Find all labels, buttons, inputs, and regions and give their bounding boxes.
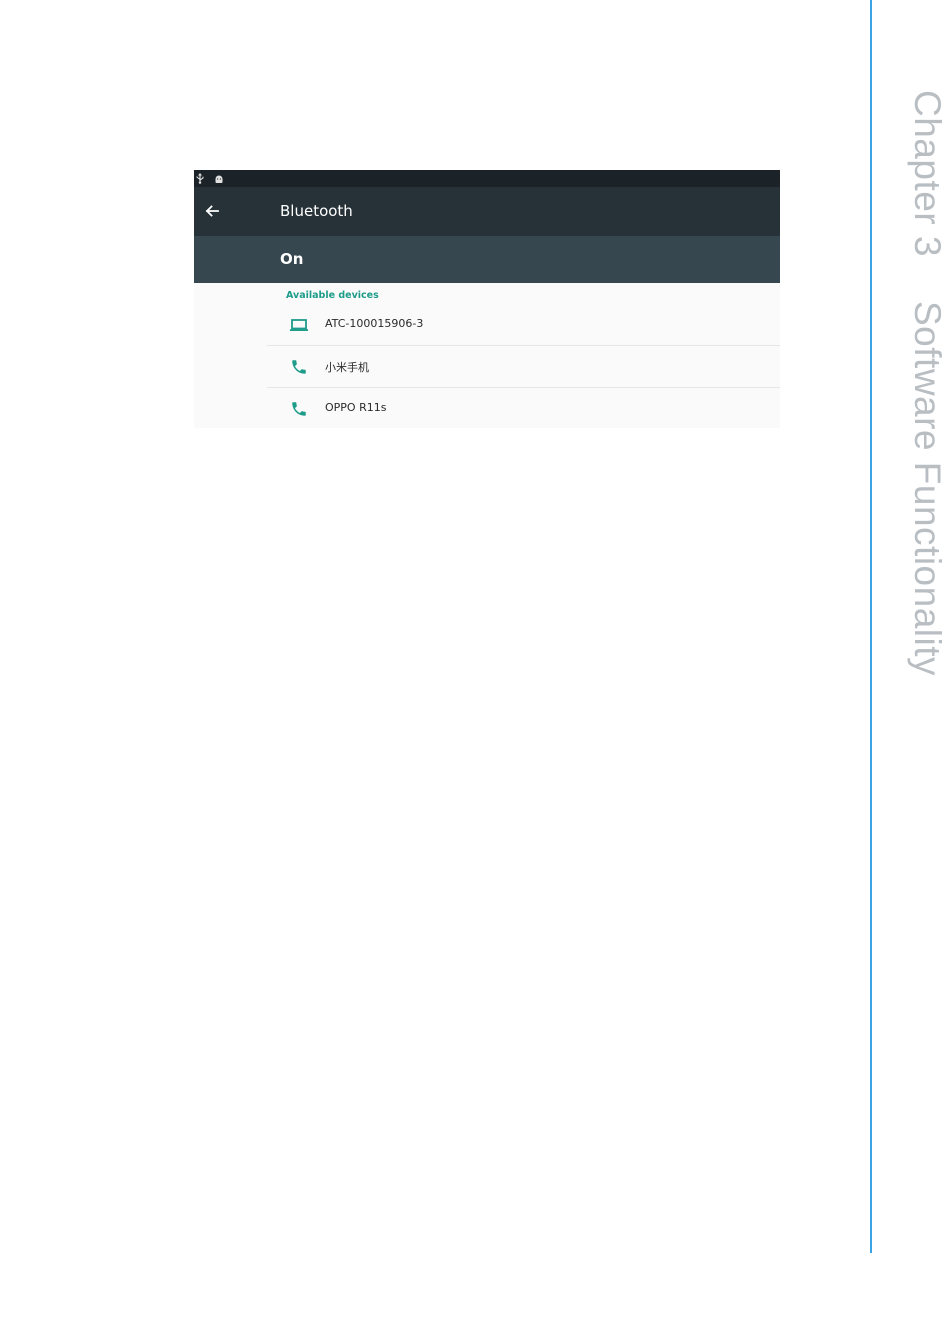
- chapter-number: Chapter 3: [907, 90, 948, 257]
- phone-icon: [289, 400, 309, 418]
- chapter-title: Software Functionality: [907, 301, 948, 677]
- phone-icon: [289, 358, 309, 376]
- device-row[interactable]: 小米手机: [267, 346, 780, 388]
- device-row[interactable]: OPPO R11s: [267, 388, 780, 428]
- arrow-left-icon[interactable]: [204, 203, 220, 219]
- bluetooth-state-label: On: [280, 250, 304, 268]
- chapter-divider-line: [870, 0, 872, 1253]
- device-name: OPPO R11s: [325, 401, 387, 414]
- device-row[interactable]: ATC-100015906-3: [267, 304, 780, 346]
- device-name: ATC-100015906-3: [325, 317, 424, 330]
- app-bar: Bluetooth: [194, 187, 780, 236]
- manual-page: Chapter 3 Software Functionality Bluetoot…: [0, 0, 950, 1344]
- section-header: Available devices: [286, 290, 379, 301]
- usb-icon: [196, 173, 204, 184]
- bluetooth-settings-screenshot: Bluetooth On Available devices ATC-10001…: [194, 170, 780, 428]
- android-icon: [214, 174, 224, 184]
- page-title: Bluetooth: [280, 202, 353, 220]
- status-bar: [194, 170, 780, 187]
- chapter-tab: Chapter 3 Software Functionality: [906, 90, 948, 676]
- laptop-icon: [289, 316, 309, 334]
- bluetooth-toggle-bar[interactable]: On: [194, 236, 780, 283]
- device-name: 小米手机: [325, 361, 369, 374]
